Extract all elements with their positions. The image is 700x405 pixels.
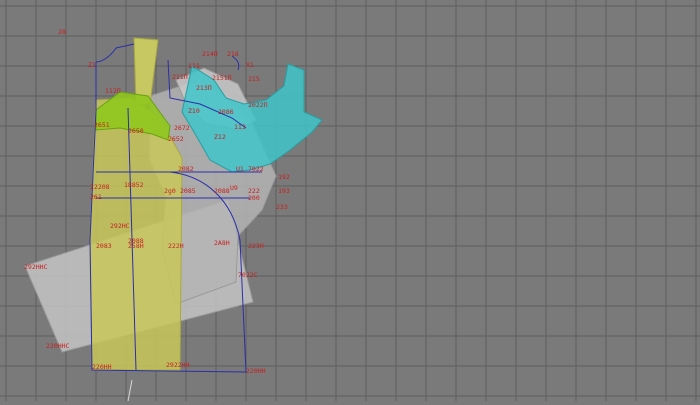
point-label-2650: 2650 xyxy=(128,127,144,135)
point-label-z1: Z1 xyxy=(88,61,96,69)
point-label-2652: 2652 xyxy=(168,135,184,143)
point-label-223h: 223Н xyxy=(248,242,264,250)
point-label-220hh-b: 220НН xyxy=(246,367,266,375)
point-label-200: 200 xyxy=(248,194,260,202)
point-label-213n: 213П xyxy=(196,84,212,92)
point-label-x1: X1 xyxy=(246,61,254,69)
point-label-2085: 2085 xyxy=(180,187,196,195)
pointer-line xyxy=(127,379,133,402)
pattern-canvas[interactable]: 28 Z1 214П 216 X1 211П 2151П 215 111 112П 213П 2022… xyxy=(0,0,700,402)
point-label-2083: 2083 xyxy=(96,242,112,250)
point-label-220hh: 220НН xyxy=(92,363,112,371)
point-label-220hhc: 220ННС xyxy=(46,342,70,350)
point-label-193: 193 xyxy=(278,187,290,195)
point-label-215: 215 xyxy=(248,75,260,83)
point-label-7022c: 7022С xyxy=(238,271,258,279)
point-label-z12: Z12 xyxy=(214,133,226,141)
point-label-112n: 112П xyxy=(105,87,121,95)
point-label-292hhc: 292ННС xyxy=(24,263,48,271)
point-label-192: 192 xyxy=(278,173,290,181)
point-label-111: 111 xyxy=(188,62,200,70)
point-label-216: 216 xyxy=(227,50,239,58)
point-label-2672: 2672 xyxy=(174,124,190,132)
point-label-258h: 258Н xyxy=(128,242,144,250)
point-label-u1: U1 xyxy=(236,165,244,173)
point-label-2922hh: 2922НН xyxy=(166,361,190,369)
point-label-7022: 7022 xyxy=(248,165,264,173)
point-label-28: 28 xyxy=(58,28,66,36)
point-label-2651: 2651 xyxy=(94,121,110,129)
point-label-214n: 214П xyxy=(202,50,218,58)
point-label-u9: U9 xyxy=(230,184,238,192)
point-label-2086: 2086 xyxy=(218,108,234,116)
point-label-2151n: 2151П xyxy=(212,74,232,82)
pattern-drawing[interactable]: 28 Z1 214П 216 X1 211П 2151П 215 111 112П 213П 2022… xyxy=(0,0,700,402)
point-label-2208: 22208 xyxy=(90,183,110,191)
point-label-211n: 211П xyxy=(172,73,188,81)
point-label-18852: 18852 xyxy=(124,181,144,189)
point-label-113: 113 xyxy=(234,123,246,131)
point-label-292hc: 292НС xyxy=(110,222,130,230)
point-label-2022n: 2022П xyxy=(248,101,268,109)
point-label-z10: Z10 xyxy=(188,107,200,115)
point-label-2082: 2082 xyxy=(178,165,194,173)
point-label-233: 233 xyxy=(276,203,288,211)
point-label-2088: 2088 xyxy=(214,187,230,195)
point-label-222h: 222Н xyxy=(168,242,184,250)
point-label-2a8h: 2А8Н xyxy=(214,239,230,247)
point-label-261: 261 xyxy=(90,193,102,201)
point-label-2g0: 2g0 xyxy=(164,187,176,195)
